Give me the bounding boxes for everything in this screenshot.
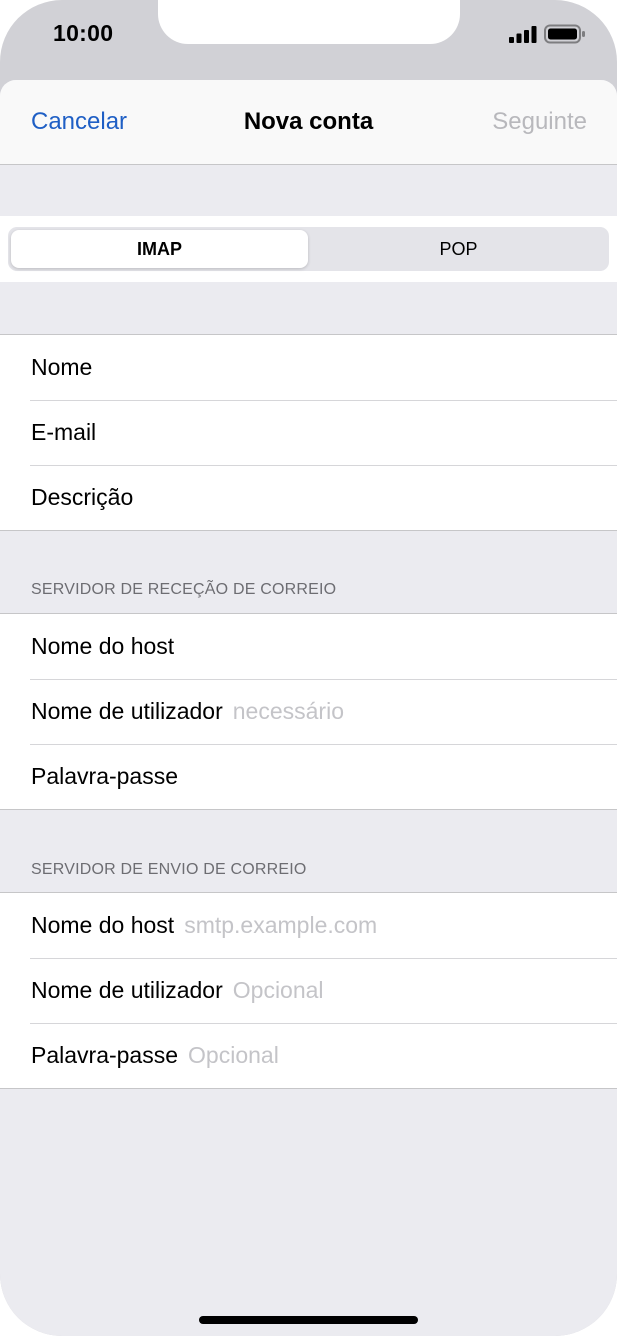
battery-icon	[544, 24, 585, 44]
next-button[interactable]: Seguinte	[492, 108, 587, 136]
account-type-segmented-control: IMAP POP	[8, 227, 609, 271]
outgoing-password-label: Palavra-passe Opcional	[31, 1042, 279, 1068]
status-bar: 10:00	[0, 0, 617, 80]
navigation-bar: Cancelar Nova conta Seguinte	[0, 80, 617, 165]
phone-screen: 10:00 Cancelar Nova conta Seguinte IMAP …	[0, 0, 617, 1336]
incoming-server-header: SERVIDOR DE RECEÇÃO DE CORREIO	[31, 581, 337, 598]
outgoing-host-placeholder: smtp.example.com	[184, 912, 378, 938]
cancel-button[interactable]: Cancelar	[31, 108, 127, 136]
segment-imap[interactable]: IMAP	[11, 230, 308, 268]
description-field[interactable]: Descrição	[0, 465, 617, 530]
email-field[interactable]: E-mail	[0, 400, 617, 465]
incoming-password-label: Palavra-passe	[31, 763, 179, 789]
outgoing-host-label: Nome do host smtp.example.com	[31, 912, 378, 938]
outgoing-password-placeholder: Opcional	[188, 1042, 279, 1068]
incoming-host-field[interactable]: Nome do host	[0, 614, 617, 679]
notch	[158, 0, 460, 44]
email-label: E-mail	[31, 419, 97, 445]
incoming-username-placeholder: necessário	[232, 698, 344, 724]
new-account-sheet: Cancelar Nova conta Seguinte IMAP POP No…	[0, 80, 617, 1336]
incoming-username-label: Nome de utilizador necessário	[31, 698, 344, 724]
cellular-signal-icon	[509, 26, 537, 43]
outgoing-server-group: Nome do host smtp.example.com Nome de uti…	[0, 892, 617, 1089]
name-label: Nome	[31, 354, 93, 380]
account-info-group: Nome E-mail Descrição	[0, 334, 617, 531]
outgoing-server-header: SERVIDOR DE ENVIO DE CORREIO	[31, 861, 307, 878]
outgoing-username-placeholder: Opcional	[232, 977, 324, 1003]
account-type-band: IMAP POP	[0, 216, 617, 282]
description-label: Descrição	[31, 484, 134, 510]
outgoing-password-field[interactable]: Palavra-passe Opcional	[0, 1023, 617, 1088]
home-indicator[interactable]	[199, 1316, 418, 1324]
incoming-host-label: Nome do host	[31, 633, 175, 659]
status-time: 10:00	[53, 20, 114, 46]
segment-pop[interactable]: POP	[310, 230, 607, 268]
name-field[interactable]: Nome	[0, 335, 617, 400]
outgoing-host-field[interactable]: Nome do host smtp.example.com	[0, 893, 617, 958]
outgoing-username-label: Nome de utilizador Opcional	[31, 977, 324, 1003]
incoming-server-group: Nome do host Nome de utilizador necessári…	[0, 613, 617, 810]
incoming-username-field[interactable]: Nome de utilizador necessário	[0, 679, 617, 744]
outgoing-username-field[interactable]: Nome de utilizador Opcional	[0, 958, 617, 1023]
incoming-password-field[interactable]: Palavra-passe	[0, 744, 617, 809]
